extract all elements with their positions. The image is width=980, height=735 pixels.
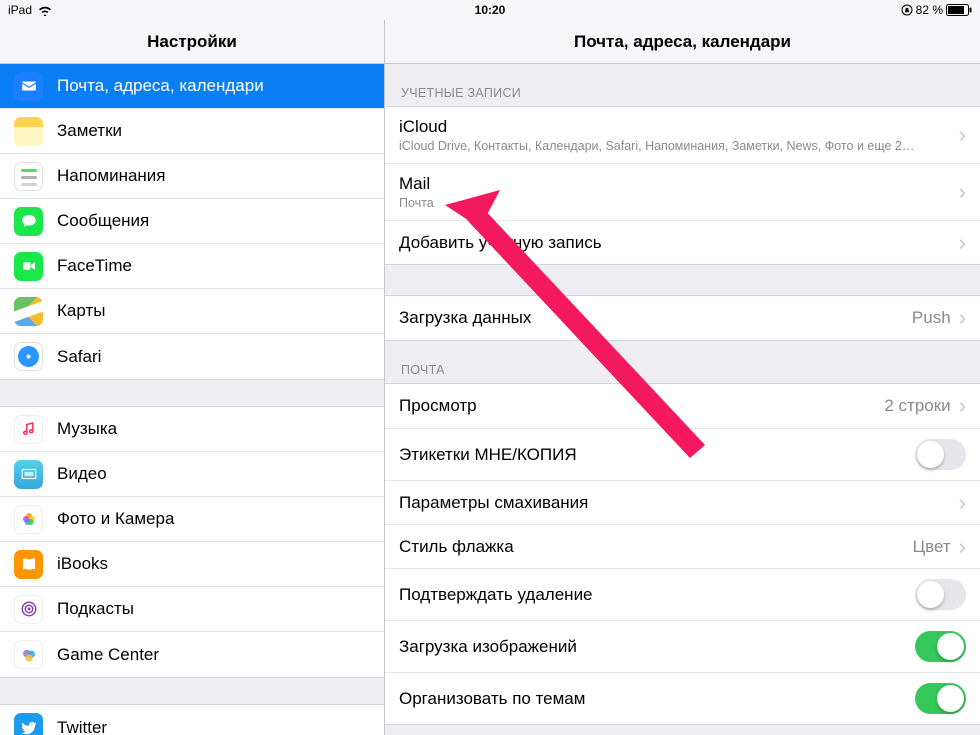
add-account-row[interactable]: Добавить учетную запись › <box>385 220 980 264</box>
sidebar-item-label: Safari <box>57 347 101 367</box>
detail-title: Почта, адреса, календари <box>385 20 980 63</box>
messages-icon <box>14 207 43 236</box>
device-label: iPad <box>8 3 32 17</box>
row-title: Организовать по темам <box>399 689 915 709</box>
safari-icon <box>14 342 43 371</box>
sidebar-item-label: Напоминания <box>57 166 166 186</box>
row-title: Загрузка изображений <box>399 637 915 657</box>
gamecenter-icon <box>14 640 43 669</box>
sidebar-item-label: Фото и Камера <box>57 509 174 529</box>
chevron-right-icon: › <box>959 124 966 146</box>
podcasts-icon <box>14 595 43 624</box>
sidebar-item-label: Музыка <box>57 419 117 439</box>
account-row-mail[interactable]: Mail Почта › <box>385 163 980 220</box>
chevron-right-icon: › <box>959 492 966 514</box>
sidebar-item-maps[interactable]: Карты <box>0 289 384 334</box>
organize-by-thread-row[interactable]: Организовать по темам <box>385 672 980 724</box>
row-value: 2 строки <box>884 396 950 416</box>
sidebar-item-photos[interactable]: Фото и Камера <box>0 497 384 542</box>
to-cc-labels-row[interactable]: Этикетки МНЕ/КОПИЯ <box>385 428 980 480</box>
sidebar-item-messages[interactable]: Сообщения <box>0 199 384 244</box>
account-row-icloud[interactable]: iCloud iCloud Drive, Контакты, Календари… <box>385 107 980 163</box>
row-title: Подтверждать удаление <box>399 585 915 605</box>
ask-before-deleting-toggle[interactable] <box>915 579 966 610</box>
chevron-right-icon: › <box>959 395 966 417</box>
chevron-right-icon: › <box>959 307 966 329</box>
battery-icon <box>946 4 972 16</box>
sidebar-item-label: Почта, адреса, календари <box>57 76 264 96</box>
sidebar-item-ibooks[interactable]: iBooks <box>0 542 384 587</box>
mail-icon <box>14 72 43 101</box>
sidebar-item-label: iBooks <box>57 554 108 574</box>
sidebar-item-label: Заметки <box>57 121 122 141</box>
row-title: Этикетки МНЕ/КОПИЯ <box>399 445 915 465</box>
sidebar-item-notes[interactable]: Заметки <box>0 109 384 154</box>
nav-header: Настройки Почта, адреса, календари <box>0 20 980 64</box>
notes-icon <box>14 117 43 146</box>
sidebar-item-facetime[interactable]: FaceTime <box>0 244 384 289</box>
organize-by-thread-toggle[interactable] <box>915 683 966 714</box>
chevron-right-icon: › <box>959 232 966 254</box>
row-value: Push <box>912 308 951 328</box>
sidebar-separator <box>0 379 384 407</box>
sidebar-separator <box>0 677 384 705</box>
settings-sidebar[interactable]: Почта, адреса, календари Заметки Напомин… <box>0 64 385 735</box>
preview-lines-row[interactable]: Просмотр 2 строки › <box>385 384 980 428</box>
chevron-right-icon: › <box>959 181 966 203</box>
mail-group: Просмотр 2 строки › Этикетки МНЕ/КОПИЯ П… <box>385 383 980 725</box>
row-title: Загрузка данных <box>399 308 912 328</box>
row-title: Добавить учетную запись <box>399 233 959 253</box>
photos-icon <box>14 505 43 534</box>
row-title: Параметры смахивания <box>399 493 959 513</box>
accounts-group: iCloud iCloud Drive, Контакты, Календари… <box>385 106 980 265</box>
ibooks-icon <box>14 550 43 579</box>
ask-before-deleting-row[interactable]: Подтверждать удаление <box>385 568 980 620</box>
sidebar-title: Настройки <box>0 20 385 63</box>
sidebar-item-video[interactable]: Видео <box>0 452 384 497</box>
sidebar-item-label: Game Center <box>57 645 159 665</box>
fetch-group: Загрузка данных Push › <box>385 295 980 341</box>
sidebar-item-label: Сообщения <box>57 211 149 231</box>
row-subtitle: Почта <box>399 196 959 210</box>
accounts-group-header: УЧЕТНЫЕ ЗАПИСИ <box>385 64 980 106</box>
wifi-icon <box>38 5 52 16</box>
row-title: iCloud <box>399 117 959 137</box>
row-value: Цвет <box>913 537 951 557</box>
chevron-right-icon: › <box>959 536 966 558</box>
reminders-icon <box>14 162 43 191</box>
music-icon <box>14 415 43 444</box>
sidebar-item-twitter[interactable]: Twitter <box>0 705 384 735</box>
swipe-options-row[interactable]: Параметры смахивания › <box>385 480 980 524</box>
sidebar-item-music[interactable]: Музыка <box>0 407 384 452</box>
maps-icon <box>14 297 43 326</box>
load-remote-images-row[interactable]: Загрузка изображений <box>385 620 980 672</box>
sidebar-item-label: Twitter <box>57 718 107 735</box>
detail-pane[interactable]: УЧЕТНЫЕ ЗАПИСИ iCloud iCloud Drive, Конт… <box>385 64 980 735</box>
twitter-icon <box>14 713 43 735</box>
sidebar-item-label: Подкасты <box>57 599 134 619</box>
sidebar-item-label: Видео <box>57 464 107 484</box>
row-title: Просмотр <box>399 396 884 416</box>
to-cc-labels-toggle[interactable] <box>915 439 966 470</box>
sidebar-item-reminders[interactable]: Напоминания <box>0 154 384 199</box>
sidebar-item-label: Карты <box>57 301 105 321</box>
sidebar-item-mail[interactable]: Почта, адреса, календари <box>0 64 384 109</box>
row-title: Mail <box>399 174 959 194</box>
row-title: Стиль флажка <box>399 537 913 557</box>
sidebar-item-podcasts[interactable]: Подкасты <box>0 587 384 632</box>
clock: 10:20 <box>475 3 506 17</box>
sidebar-item-gamecenter[interactable]: Game Center <box>0 632 384 677</box>
load-remote-images-toggle[interactable] <box>915 631 966 662</box>
mail-group-header: ПОЧТА <box>385 341 980 383</box>
flag-style-row[interactable]: Стиль флажка Цвет › <box>385 524 980 568</box>
battery-percentage: 82 % <box>916 3 943 17</box>
facetime-icon <box>14 252 43 281</box>
status-bar: iPad 10:20 82 % <box>0 0 980 20</box>
sidebar-item-label: FaceTime <box>57 256 132 276</box>
sidebar-item-safari[interactable]: Safari <box>0 334 384 379</box>
rotation-lock-icon <box>901 4 913 16</box>
fetch-new-data-row[interactable]: Загрузка данных Push › <box>385 296 980 340</box>
row-subtitle: iCloud Drive, Контакты, Календари, Safar… <box>399 139 959 153</box>
video-icon <box>14 460 43 489</box>
